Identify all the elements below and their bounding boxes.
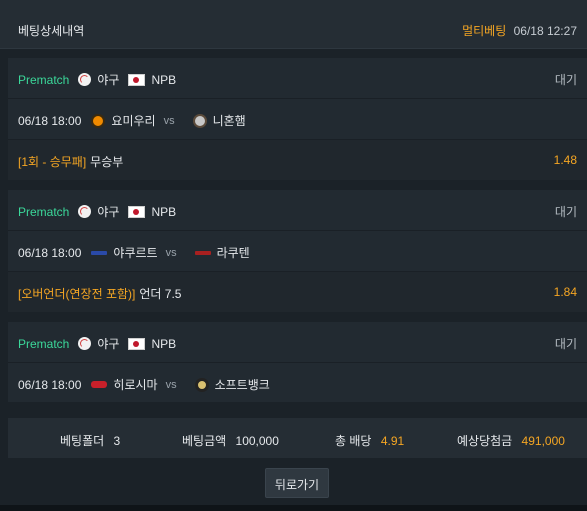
match-time: 06/18 18:00 (18, 113, 82, 128)
bet-meta: 멀티베팅 06/18 12:27 (462, 22, 577, 39)
vs-label: vs (165, 378, 177, 391)
baseball-icon (78, 337, 92, 350)
match-time: 06/18 18:00 (18, 245, 82, 260)
bet-row: [오버언더(연장전 포함)] 언더 7.5 1.84 (8, 272, 587, 312)
vs-label: vs (165, 246, 177, 259)
team-logo-icon (91, 381, 108, 388)
folder-label: 베팅폴더 (60, 434, 105, 448)
sport-label: 야구 (97, 205, 120, 219)
page-title: 베팅상세내역 (18, 24, 85, 38)
bottom-strip (0, 505, 587, 511)
amount-label: 베팅금액 (182, 434, 227, 448)
folder-summary: 베팅폴더 3 (60, 432, 120, 449)
bet-row: [1회 - 승무패] 무승부 1.48 (8, 140, 587, 180)
expected-win-value: 491,000 (521, 434, 565, 448)
match-time: 06/18 18:00 (18, 377, 82, 392)
away-team: 소프트뱅크 (214, 378, 270, 392)
baseball-icon (78, 73, 92, 86)
league-label: NPB (151, 336, 177, 351)
match-row: 06/18 18:00 히로시마 vs 소프트뱅크 (8, 363, 587, 402)
league-label: NPB (151, 72, 177, 87)
status-badge: 대기 (554, 337, 577, 351)
odds-value: 1.84 (553, 285, 577, 299)
bet-datetime: 06/18 12:27 (513, 24, 577, 38)
bet-card: Prematch 야구 NPB 대기 06/18 18:00 요미우리 vs 니… (8, 58, 587, 180)
status-badge: 대기 (554, 205, 577, 219)
home-team: 야쿠르트 (113, 246, 158, 260)
team-logo-icon (91, 113, 106, 128)
home-team: 히로시마 (113, 378, 158, 392)
bet-list[interactable]: Prematch 야구 NPB 대기 06/18 18:00 요미우리 vs 니… (8, 58, 587, 402)
odds-summary: 총 배당 4.91 (335, 432, 404, 449)
japan-flag-icon (128, 205, 146, 218)
home-team: 요미우리 (111, 114, 156, 128)
total-odds-label: 총 배당 (335, 434, 372, 448)
baseball-icon (78, 205, 92, 218)
amount-value: 100,000 (235, 434, 279, 448)
vs-label: vs (163, 114, 175, 127)
header: 베팅상세내역 멀티베팅 06/18 12:27 (0, 0, 587, 49)
card-header-row: Prematch 야구 NPB 대기 (8, 322, 587, 363)
back-button[interactable]: 뒤로가기 (265, 468, 329, 498)
total-odds-value: 4.91 (380, 434, 405, 448)
bet-pick: 언더 7.5 (139, 287, 182, 301)
bet-card: Prematch 야구 NPB 대기 06/18 18:00 야쿠르트 vs 라… (8, 190, 587, 312)
mode-label: Prematch (18, 336, 70, 351)
sport-label: 야구 (97, 337, 120, 351)
bet-market: [1회 - 승무패] (18, 155, 87, 169)
expected-win-label: 예상당첨금 (457, 434, 513, 448)
bet-card: Prematch 야구 NPB 대기 06/18 18:00 히로시마 vs 소… (8, 322, 587, 402)
team-logo-icon (91, 250, 108, 255)
bet-summary: 베팅폴더 3 베팅금액 100,000 총 배당 4.91 예상당첨금 491,… (8, 418, 587, 458)
mode-label: Prematch (18, 72, 70, 87)
expected-summary: 예상당첨금 491,000 (457, 432, 565, 449)
away-team: 라쿠텐 (216, 246, 250, 260)
sport-label: 야구 (97, 73, 120, 87)
card-header-row: Prematch 야구 NPB 대기 (8, 58, 587, 99)
match-row: 06/18 18:00 야쿠르트 vs 라쿠텐 (8, 231, 587, 272)
japan-flag-icon (128, 73, 146, 86)
odds-value: 1.48 (553, 153, 577, 167)
team-logo-icon (192, 113, 207, 128)
bet-market: [오버언더(연장전 포함)] (18, 287, 136, 301)
away-team: 니혼햄 (212, 114, 246, 128)
bet-type-tag: 멀티베팅 (462, 24, 507, 38)
folder-value: 3 (113, 434, 121, 448)
amount-summary: 베팅금액 100,000 (182, 432, 279, 449)
mode-label: Prematch (18, 204, 70, 219)
league-label: NPB (151, 204, 177, 219)
match-row: 06/18 18:00 요미우리 vs 니혼햄 (8, 99, 587, 140)
japan-flag-icon (128, 337, 146, 350)
bet-pick: 무승부 (90, 155, 124, 169)
status-badge: 대기 (554, 73, 577, 87)
team-logo-icon (194, 377, 209, 392)
team-logo-icon (194, 250, 211, 255)
card-header-row: Prematch 야구 NPB 대기 (8, 190, 587, 231)
